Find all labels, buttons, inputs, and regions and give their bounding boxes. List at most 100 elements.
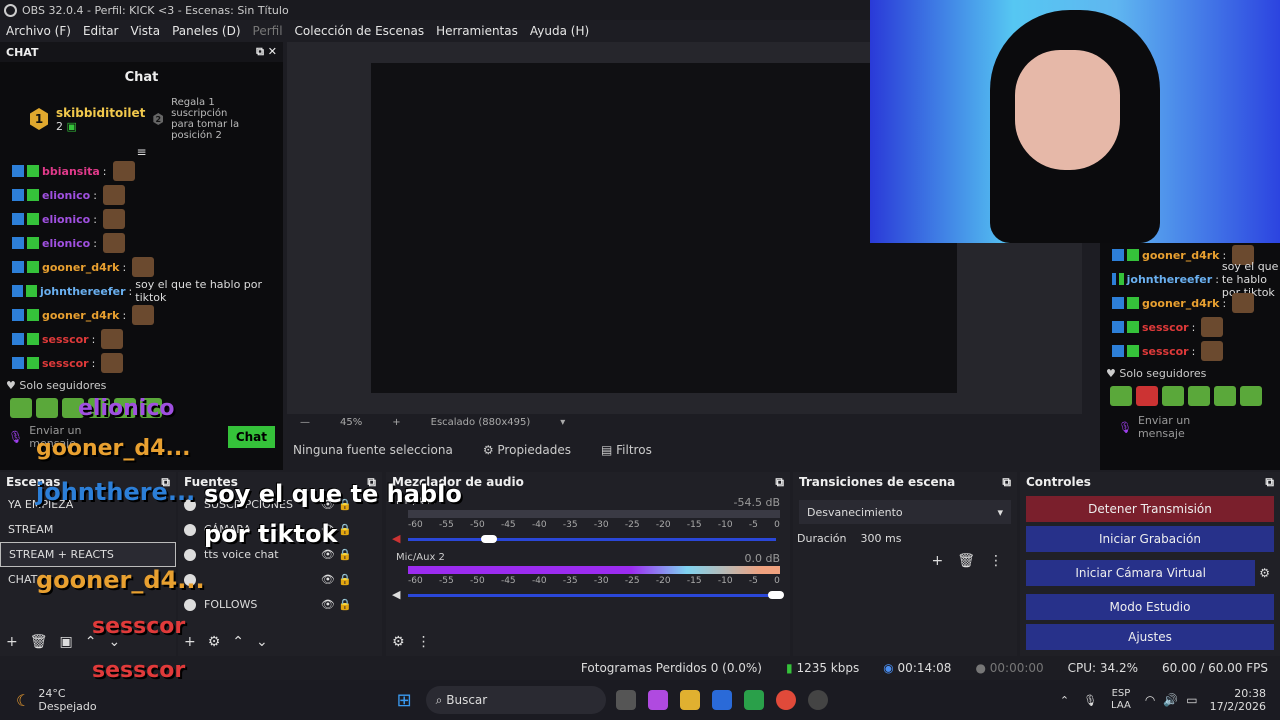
volume-icon[interactable]: 🔊 <box>1163 693 1178 707</box>
close-icon[interactable]: ✕ <box>268 45 277 58</box>
mic-icon[interactable]: 🎙 <box>8 430 23 444</box>
excel-icon[interactable] <box>743 690 764 710</box>
source-item[interactable]: 👁 🔒 <box>178 567 382 592</box>
word-icon[interactable] <box>711 690 732 710</box>
chat-username[interactable]: elionico <box>42 189 90 202</box>
chat-send-button[interactable]: Chat <box>227 426 275 448</box>
emote-icon[interactable] <box>1162 386 1184 406</box>
battery-icon[interactable]: ▭ <box>1186 693 1197 707</box>
menu-dots-icon[interactable]: ⋮ <box>417 634 431 650</box>
scene-item-selected[interactable]: STREAM + REACTS <box>0 542 176 567</box>
source-item[interactable]: FOLLOWS 👁 🔒 <box>178 592 382 617</box>
transition-select[interactable]: Desvanecimiento ▾ <box>799 500 1011 524</box>
chat-colon: : <box>1215 272 1219 286</box>
chat-username[interactable]: sesscor <box>1142 345 1189 358</box>
wifi-icon[interactable]: ◠ <box>1145 693 1155 707</box>
emote-icon[interactable] <box>1110 386 1132 406</box>
gear-icon[interactable]: ⚙ <box>1259 566 1270 580</box>
virtual-camera-button[interactable]: Iniciar Cámara Virtual <box>1026 560 1256 586</box>
emote-icon[interactable] <box>1240 386 1262 406</box>
chat-username[interactable]: sesscor <box>42 333 89 346</box>
emote-icon[interactable] <box>1136 386 1158 406</box>
chat-username[interactable]: gooner_d4rk <box>1142 297 1219 310</box>
menu-docks[interactable]: Paneles (D) <box>172 24 240 38</box>
menu-dots-icon[interactable]: ⋮ <box>989 553 1003 569</box>
windows-start-icon[interactable]: ⊞ <box>397 690 412 711</box>
eye-icon[interactable]: 👁 🔒 <box>321 598 352 611</box>
chat-username[interactable]: bbiansita <box>42 165 100 178</box>
speaker-icon[interactable]: ◀ <box>392 588 400 601</box>
chat-username[interactable]: elionico <box>42 213 90 226</box>
start-recording-button[interactable]: Iniciar Grabación <box>1026 526 1274 552</box>
eye-icon[interactable]: 👁 🔒 <box>321 573 352 586</box>
preview-scale[interactable]: Escalado (880x495) <box>431 417 531 428</box>
tray-chevron-icon[interactable]: ⌃ <box>1060 694 1069 707</box>
chat-username[interactable]: gooner_d4rk <box>42 261 119 274</box>
chat-username[interactable]: gooner_d4rk <box>1142 249 1219 262</box>
menu-scene-collection[interactable]: Colección de Escenas <box>295 24 425 38</box>
add-icon[interactable]: + <box>6 634 18 650</box>
emote-icon <box>101 353 124 373</box>
chat-username[interactable]: johnthereefer <box>1127 273 1213 286</box>
menu-tools[interactable]: Herramientas <box>436 24 518 38</box>
advanced-audio-icon[interactable]: ⚙ <box>392 634 405 650</box>
eye-icon[interactable]: 👁 🔒 <box>321 548 352 561</box>
chat-username[interactable]: sesscor <box>42 357 89 370</box>
zoom-minus-icon[interactable]: — <box>300 417 310 428</box>
undock-icon[interactable]: ⧉ <box>256 45 264 58</box>
volume-slider-knob[interactable] <box>768 591 784 599</box>
menu-edit[interactable]: Editar <box>83 24 119 38</box>
weather-widget[interactable]: 24°C Despejado <box>38 687 96 713</box>
emote-icon[interactable] <box>1188 386 1210 406</box>
properties-button[interactable]: ⚙ Propiedades <box>483 443 571 457</box>
menu-profile[interactable]: Perfil <box>253 24 283 38</box>
chevron-down-icon[interactable]: ▾ <box>560 417 565 428</box>
settings-button[interactable]: Ajustes <box>1026 624 1274 650</box>
move-up-icon[interactable]: ⌃ <box>232 634 244 650</box>
file-explorer-icon[interactable] <box>679 690 700 710</box>
stop-stream-button[interactable]: Detener Transmisión <box>1026 496 1274 522</box>
chat-username[interactable]: gooner_d4rk <box>42 309 119 322</box>
mic-icon[interactable]: 🎙 <box>1083 694 1097 707</box>
add-icon[interactable]: + <box>931 553 943 569</box>
menu-help[interactable]: Ayuda (H) <box>530 24 589 38</box>
undock-icon[interactable]: ⧉ <box>1002 475 1011 490</box>
obs-taskbar-icon[interactable] <box>807 690 828 710</box>
clock[interactable]: 20:38 17/2/2026 <box>1210 687 1266 713</box>
emote-icon[interactable] <box>1214 386 1236 406</box>
language-indicator[interactable]: ESP LAA <box>1111 688 1131 712</box>
chat-username[interactable]: elionico <box>42 237 90 250</box>
duration-input[interactable]: 300 ms <box>861 532 902 545</box>
studio-mode-button[interactable]: Modo Estudio <box>1026 594 1274 620</box>
fps: 60.00 / 60.00 FPS <box>1162 661 1268 675</box>
gear-icon[interactable]: ⚙ <box>208 634 221 650</box>
emote-icon[interactable] <box>10 398 32 418</box>
undock-icon[interactable]: ⧉ <box>1265 475 1274 490</box>
trash-icon[interactable]: 🗑 <box>30 634 48 650</box>
chat-username[interactable]: sesscor <box>1142 321 1189 334</box>
chevron-down-icon[interactable]: ≡ <box>0 145 283 159</box>
muted-speaker-icon[interactable]: ◀ <box>392 532 400 545</box>
menu-file[interactable]: Archivo (F) <box>6 24 71 38</box>
trash-icon[interactable]: 🗑 <box>957 553 975 569</box>
menu-view[interactable]: Vista <box>130 24 160 38</box>
volume-slider-knob[interactable] <box>480 535 497 543</box>
add-icon[interactable]: + <box>184 634 196 650</box>
chrome-icon[interactable] <box>775 690 796 710</box>
filters-button[interactable]: ▤ Filtros <box>601 443 652 457</box>
emote-icon[interactable] <box>36 398 58 418</box>
scene-item[interactable]: STREAM <box>0 517 176 542</box>
task-view-icon[interactable] <box>615 690 636 710</box>
weather-icon[interactable]: ☾ <box>16 691 30 710</box>
move-down-icon[interactable]: ⌄ <box>256 634 268 650</box>
filter-icon[interactable]: ▣ <box>60 634 73 650</box>
copilot-icon[interactable] <box>647 690 668 710</box>
volume-slider[interactable] <box>408 591 784 599</box>
zoom-plus-icon[interactable]: + <box>392 417 400 428</box>
undock-icon[interactable]: ⧉ <box>775 475 784 490</box>
taskbar-search[interactable]: ⌕ Buscar <box>425 686 606 714</box>
chat-username[interactable]: johnthereefer <box>40 285 126 298</box>
mic-icon[interactable]: 🎙 <box>1118 421 1132 434</box>
volume-slider[interactable] <box>408 535 776 543</box>
right-chat-input[interactable]: 🎙 Enviar un mensaje <box>1100 408 1280 446</box>
